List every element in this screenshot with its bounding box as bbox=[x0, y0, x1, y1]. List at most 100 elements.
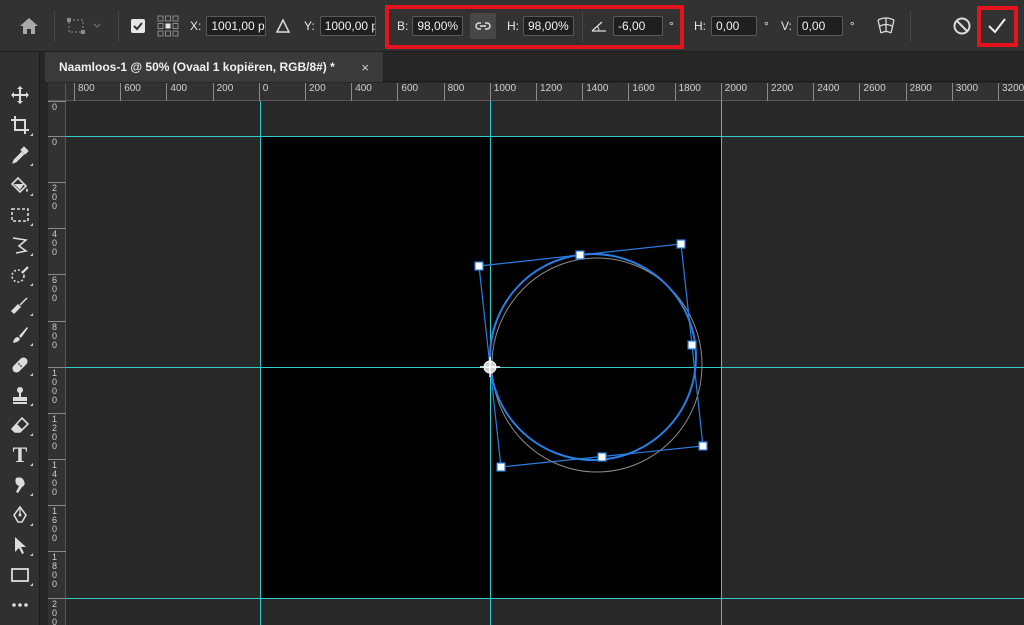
transform-handle-bottom[interactable] bbox=[597, 452, 607, 462]
skew-h-unit: ° bbox=[764, 19, 769, 33]
width-percent-field[interactable]: 98,00% bbox=[412, 16, 464, 36]
stamp-icon bbox=[13, 387, 27, 404]
quick-selection-tool[interactable] bbox=[6, 262, 34, 288]
skew-h-label: H: bbox=[694, 19, 706, 33]
crop-tool[interactable] bbox=[6, 112, 34, 138]
ruler-tick-label: 3000 bbox=[951, 83, 978, 101]
document-tab-title: Naamloos-1 @ 50% (Ovaal 1 kopiëren, RGB/… bbox=[59, 60, 335, 74]
rotation-angle-field[interactable]: -6,00 bbox=[613, 16, 663, 36]
eraser-icon bbox=[10, 416, 30, 433]
type-tool[interactable]: T bbox=[6, 442, 34, 468]
move-tool[interactable] bbox=[6, 82, 34, 108]
y-position-field[interactable]: 1000,00 p bbox=[319, 16, 376, 36]
lasso-icon bbox=[12, 237, 28, 254]
marquee-tool[interactable] bbox=[6, 202, 34, 228]
transform-handle-top-right[interactable] bbox=[676, 239, 686, 249]
reference-point-crosshair[interactable] bbox=[480, 357, 500, 377]
ruler-tick-label: 200 bbox=[305, 83, 326, 101]
ruler-tick-label: 1600 bbox=[48, 505, 66, 543]
ruler-tick-label: 1200 bbox=[48, 413, 66, 451]
tool-preset-picker[interactable] bbox=[66, 0, 106, 52]
reference-point-checkbox[interactable] bbox=[131, 0, 145, 52]
transform-handle-bottom-left[interactable] bbox=[496, 462, 506, 472]
smudge-tool[interactable] bbox=[6, 472, 34, 498]
ruler-tick-label: 0 bbox=[48, 101, 66, 112]
transform-handle-right[interactable] bbox=[687, 340, 697, 350]
rectangle-icon bbox=[11, 568, 29, 582]
skew-v-label: V: bbox=[781, 19, 792, 33]
crop-icon bbox=[11, 116, 29, 134]
document-tab[interactable]: Naamloos-1 @ 50% (Ovaal 1 kopiëren, RGB/… bbox=[45, 52, 383, 82]
path-selection-tool[interactable] bbox=[6, 532, 34, 558]
cancel-icon bbox=[953, 17, 971, 35]
stamp-tool[interactable] bbox=[6, 382, 34, 408]
close-icon[interactable]: × bbox=[361, 60, 369, 75]
x-label: X: bbox=[190, 19, 202, 33]
reference-point-grid-icon bbox=[157, 15, 179, 37]
spot-healing-tool[interactable] bbox=[6, 292, 34, 318]
spot-healing-icon bbox=[10, 297, 28, 315]
ruler-tick-label: 2600 bbox=[859, 83, 886, 101]
bounding-box bbox=[478, 243, 704, 468]
pen-tool[interactable] bbox=[6, 502, 34, 528]
ruler-origin[interactable] bbox=[48, 83, 66, 101]
vertical-skew-field[interactable]: 0,00 bbox=[796, 16, 843, 36]
path-selection-icon bbox=[15, 537, 26, 554]
x-position-field[interactable]: 1001,00 p bbox=[206, 16, 267, 36]
maintain-aspect-ratio-button[interactable] bbox=[470, 0, 496, 52]
ruler-tick-label: 600 bbox=[48, 274, 66, 303]
marquee-icon bbox=[11, 208, 29, 222]
ruler-tick-label: 0 bbox=[48, 136, 66, 147]
height-percent-field[interactable]: 98,00% bbox=[523, 16, 574, 36]
vertical-ruler[interactable]: 0 0 200 400 600 800 1000 1200 1400 1600 1800 2000 bbox=[48, 101, 66, 625]
ruler-tick-label: 2800 bbox=[905, 83, 932, 101]
ruler-tick-label: 800 bbox=[74, 83, 95, 101]
home-button[interactable] bbox=[18, 0, 40, 52]
eyedropper-icon bbox=[12, 146, 29, 164]
angle-unit: ° bbox=[669, 19, 674, 33]
home-icon bbox=[20, 18, 38, 34]
transform-handle-top[interactable] bbox=[575, 250, 585, 260]
horizontal-ruler[interactable]: 800 600 400 200 0 200 400 600 800 1000 1200 1400 160… bbox=[66, 83, 1024, 101]
eraser-tool[interactable] bbox=[6, 412, 34, 438]
rectangle-tool[interactable] bbox=[6, 562, 34, 588]
ruler-tick-label: 600 bbox=[397, 83, 418, 101]
horizontal-skew-field[interactable]: 0,00 bbox=[711, 16, 757, 36]
transform-handle-top-left[interactable] bbox=[474, 261, 484, 271]
more-tools-button[interactable] bbox=[6, 592, 34, 618]
y-label: Y: bbox=[304, 19, 315, 33]
cancel-transform-button[interactable] bbox=[952, 0, 972, 52]
eyedropper-tool[interactable] bbox=[6, 142, 34, 168]
ruler-tick-label: 2000 bbox=[48, 598, 66, 625]
healing-brush-icon bbox=[12, 357, 28, 373]
delta-icon bbox=[275, 18, 291, 33]
ruler-tick-label: 1400 bbox=[582, 83, 608, 101]
transform-tool-icon bbox=[67, 18, 101, 34]
tools-panel: T bbox=[0, 52, 40, 625]
ruler-tick-label: 400 bbox=[48, 228, 66, 257]
commit-transform-button[interactable] bbox=[986, 0, 1008, 52]
ruler-tick-label: 200 bbox=[212, 83, 233, 101]
relative-position-toggle[interactable] bbox=[275, 0, 291, 52]
ruler-tick-label: 200 bbox=[48, 182, 66, 211]
transform-overlay bbox=[474, 239, 708, 473]
ruler-tick-label: 1200 bbox=[536, 83, 562, 101]
ruler-tick-label: 1000 bbox=[489, 83, 516, 101]
pasteboard[interactable] bbox=[66, 101, 1024, 625]
paint-bucket-tool[interactable] bbox=[6, 172, 34, 198]
warp-icon bbox=[877, 17, 895, 34]
skew-v-unit: ° bbox=[849, 19, 855, 33]
brush-tool[interactable] bbox=[6, 322, 34, 348]
ruler-tick-label: 1800 bbox=[48, 551, 66, 589]
reference-point-locator[interactable] bbox=[157, 0, 179, 52]
lasso-tool[interactable] bbox=[6, 232, 34, 258]
transform-handle-bottom-right[interactable] bbox=[698, 441, 708, 451]
warp-mode-button[interactable] bbox=[875, 0, 897, 52]
ruler-tick-label: 800 bbox=[443, 83, 464, 101]
ruler-tick-label: 800 bbox=[48, 321, 66, 350]
rotate-angle-icon bbox=[591, 21, 606, 32]
healing-brush-tool[interactable] bbox=[6, 352, 34, 378]
brush-icon bbox=[13, 327, 28, 343]
ruler-tick-label: 400 bbox=[166, 83, 187, 101]
ruler-tick-label: 0 bbox=[258, 83, 268, 101]
